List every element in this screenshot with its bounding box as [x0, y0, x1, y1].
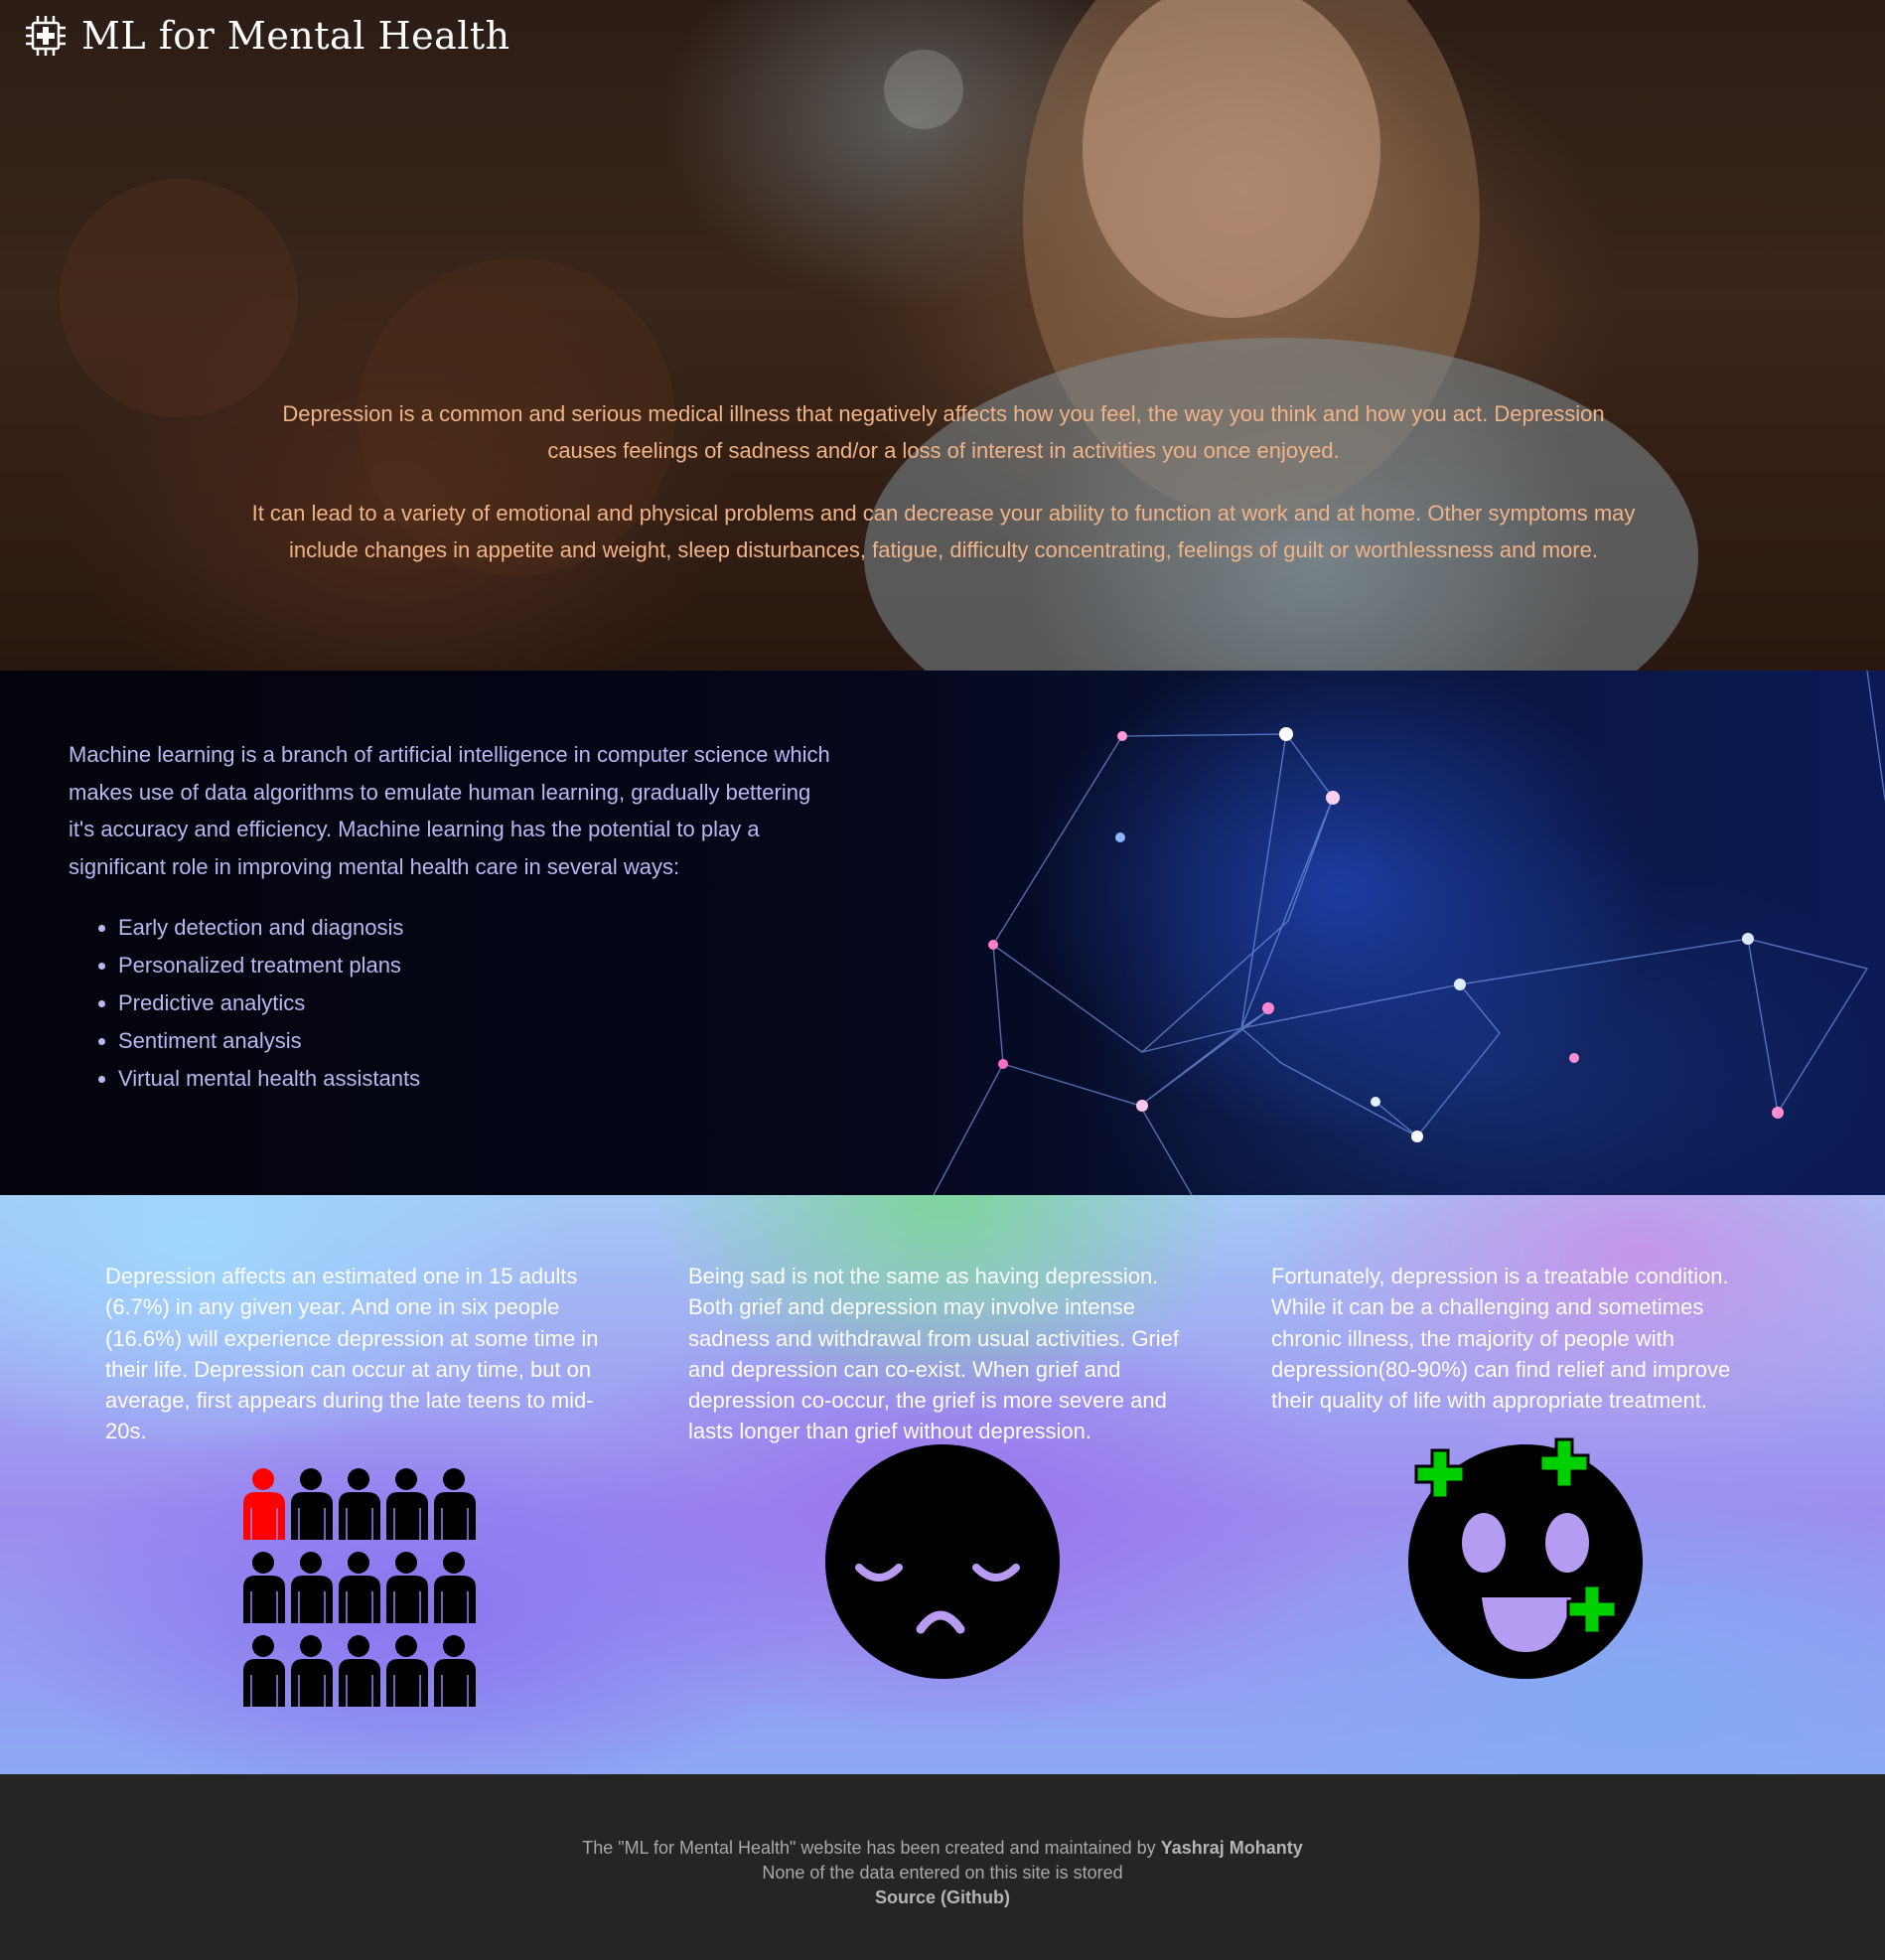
footer-credit-line: The "ML for Mental Health" website has b… — [0, 1836, 1885, 1861]
person-icon — [434, 1552, 476, 1623]
footer-credit-text: The "ML for Mental Health" website has b… — [582, 1838, 1156, 1858]
person-icon — [291, 1552, 333, 1623]
site-title: ML for Mental Health — [81, 14, 510, 58]
person-icon — [339, 1468, 380, 1540]
ml-section: Machine learning is a branch of artifici… — [0, 671, 1885, 1195]
person-icon — [386, 1468, 428, 1540]
hero-paragraph-1: Depression is a common and serious medic… — [282, 401, 1605, 463]
footer-privacy-note: None of the data entered on this site is… — [762, 1863, 1123, 1883]
hero-text: Depression is a common and serious medic… — [248, 395, 1639, 594]
person-icon — [434, 1635, 476, 1707]
hero-paragraph-2: It can lead to a variety of emotional an… — [251, 501, 1636, 562]
stats-section: Depression affects an estimated one in 1… — [0, 1195, 1885, 1774]
list-item: Early detection and diagnosis — [118, 909, 833, 947]
person-icon — [291, 1635, 333, 1707]
stats-text-treatable: Fortunately, depression is a treatable c… — [1271, 1264, 1731, 1414]
chip-medical-cross-icon — [26, 16, 66, 56]
stats-column-grief: Being sad is not the same as having depr… — [688, 1261, 1195, 1447]
person-icon — [243, 1635, 285, 1707]
sad-face-icon — [825, 1444, 1060, 1679]
person-icon — [386, 1552, 428, 1623]
people-grid-icon — [243, 1468, 476, 1707]
list-item: Personalized treatment plans — [118, 947, 833, 984]
ml-intro: Machine learning is a branch of artifici… — [69, 742, 830, 879]
footer-author: Yashraj Mohanty — [1160, 1838, 1303, 1858]
list-item: Predictive analytics — [118, 984, 833, 1022]
footer: The "ML for Mental Health" website has b… — [0, 1774, 1885, 1960]
person-icon — [243, 1552, 285, 1623]
source-github-link[interactable]: Source (Github) — [0, 1885, 1885, 1910]
person-icon — [386, 1635, 428, 1707]
person-icon — [339, 1552, 380, 1623]
list-item: Virtual mental health assistants — [118, 1060, 833, 1098]
site-logo[interactable]: ML for Mental Health — [24, 14, 510, 58]
happy-face-icon — [1408, 1437, 1643, 1679]
person-icon — [243, 1468, 285, 1540]
stats-column-prevalence: Depression affects an estimated one in 1… — [105, 1261, 612, 1447]
stats-column-treatable: Fortunately, depression is a treatable c… — [1271, 1261, 1778, 1416]
stats-text-grief: Being sad is not the same as having depr… — [688, 1264, 1179, 1444]
person-icon — [434, 1468, 476, 1540]
person-icon — [339, 1635, 380, 1707]
stats-text-prevalence: Depression affects an estimated one in 1… — [105, 1264, 599, 1444]
list-item: Sentiment analysis — [118, 1022, 833, 1060]
ml-benefits-list: Early detection and diagnosis Personaliz… — [69, 909, 833, 1098]
person-icon — [291, 1468, 333, 1540]
hero-section: ML for Mental Health Depression is a com… — [0, 0, 1885, 671]
ml-text: Machine learning is a branch of artifici… — [69, 736, 833, 1098]
